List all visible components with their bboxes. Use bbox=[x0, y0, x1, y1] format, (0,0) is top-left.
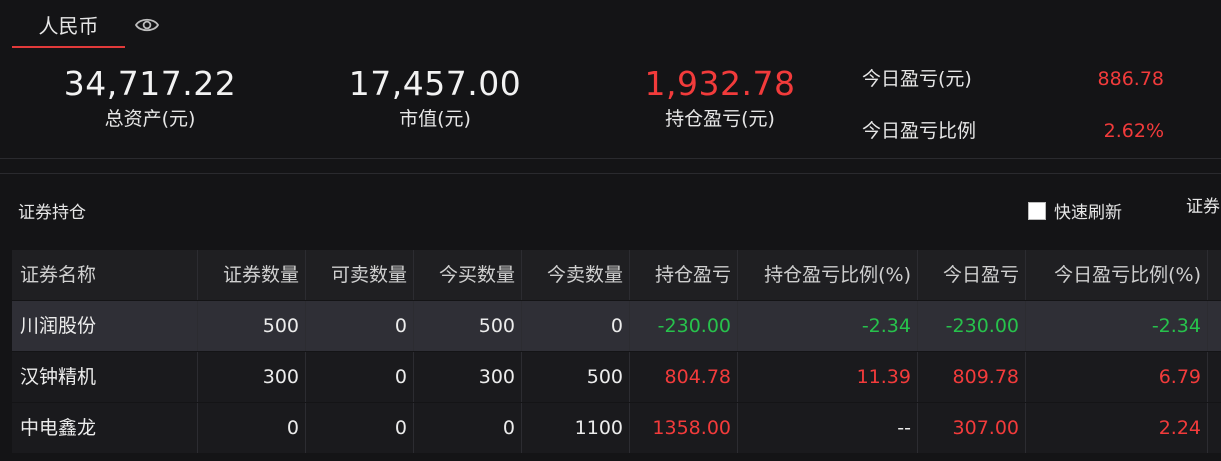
col-sell-today[interactable]: 今卖数量 bbox=[522, 250, 630, 300]
positions-title: 证券持仓 bbox=[18, 203, 86, 223]
col-buy-today[interactable]: 今买数量 bbox=[414, 250, 522, 300]
pnl-ratio: -- bbox=[738, 403, 918, 453]
tab-rmb[interactable]: 人民币 bbox=[12, 0, 125, 48]
today-pnl-label: 今日盈亏(元) bbox=[862, 68, 972, 90]
account-summary: 34,717.22 总资产(元) 17,457.00 市值(元) 1,932.7… bbox=[0, 48, 1221, 158]
today-pnl-ratio: 今日盈亏比例 2.62% bbox=[862, 116, 1182, 146]
position-pnl: 1,932.78 持仓盈亏(元) bbox=[620, 64, 820, 134]
stock-name: 中电鑫龙 bbox=[12, 403, 198, 453]
position-pnl-label: 持仓盈亏(元) bbox=[665, 108, 775, 130]
today-pnl: 今日盈亏(元) 886.78 bbox=[862, 64, 1182, 94]
today-pnl: -230.00 bbox=[918, 301, 1026, 351]
sellable: 0 bbox=[306, 403, 414, 453]
total-assets-value: 34,717.22 bbox=[63, 64, 237, 103]
pnl-ratio: 11.39 bbox=[738, 352, 918, 402]
sell-today: 0 bbox=[522, 301, 630, 351]
stock-name: 汉钟精机 bbox=[12, 352, 198, 402]
today-pnl-ratio-label: 今日盈亏比例 bbox=[862, 120, 977, 142]
quick-refresh-checkbox[interactable] bbox=[1028, 202, 1046, 220]
quick-refresh-label: 快速刷新 bbox=[1054, 203, 1122, 223]
stock-name: 川润股份 bbox=[12, 301, 198, 351]
overflow-cell bbox=[1208, 403, 1221, 453]
qty: 0 bbox=[198, 403, 306, 453]
sellable: 0 bbox=[306, 301, 414, 351]
col-overflow bbox=[1208, 250, 1221, 300]
sell-today: 1100 bbox=[522, 403, 630, 453]
quick-refresh-toggle[interactable]: 快速刷新 bbox=[1028, 200, 1122, 226]
col-sellable[interactable]: 可卖数量 bbox=[306, 250, 414, 300]
pnl: 1358.00 bbox=[630, 403, 738, 453]
currency-tabbar: 人民币 bbox=[0, 0, 1221, 48]
securities-tab-cut[interactable]: 证券 bbox=[1186, 194, 1220, 220]
col-name[interactable]: 证券名称 bbox=[12, 250, 198, 300]
today-ratio: 6.79 bbox=[1026, 352, 1208, 402]
total-assets-label: 总资产(元) bbox=[104, 108, 196, 130]
table-row[interactable]: 川润股份 500 0 500 0 -230.00 -2.34 -230.00 -… bbox=[12, 301, 1221, 351]
qty: 300 bbox=[198, 352, 306, 402]
market-value: 17,457.00 市值(元) bbox=[335, 64, 535, 134]
position-pnl-value: 1,932.78 bbox=[644, 64, 796, 103]
market-value-label: 市值(元) bbox=[399, 108, 471, 130]
buy-today: 0 bbox=[414, 403, 522, 453]
today-ratio: -2.34 bbox=[1026, 301, 1208, 351]
pnl: -230.00 bbox=[630, 301, 738, 351]
table-row[interactable]: 汉钟精机 300 0 300 500 804.78 11.39 809.78 6… bbox=[12, 352, 1221, 402]
overflow-cell bbox=[1208, 352, 1221, 402]
today-ratio: 2.24 bbox=[1026, 403, 1208, 453]
col-today-ratio[interactable]: 今日盈亏比例(%) bbox=[1026, 250, 1208, 300]
overflow-cell bbox=[1208, 301, 1221, 351]
pnl-ratio: -2.34 bbox=[738, 301, 918, 351]
market-value-value: 17,457.00 bbox=[348, 64, 522, 103]
divider bbox=[0, 158, 1221, 159]
pnl: 804.78 bbox=[630, 352, 738, 402]
buy-today: 500 bbox=[414, 301, 522, 351]
today-pnl-ratio-value: 2.62% bbox=[1103, 120, 1164, 142]
today-pnl-value: 886.78 bbox=[1097, 68, 1164, 90]
divider bbox=[0, 173, 1221, 174]
total-assets: 34,717.22 总资产(元) bbox=[50, 64, 250, 134]
table-row[interactable]: 中电鑫龙 0 0 0 1100 1358.00 -- 307.00 2.24 bbox=[12, 403, 1221, 453]
today-pnl: 809.78 bbox=[918, 352, 1026, 402]
sellable: 0 bbox=[306, 352, 414, 402]
table-header: 证券名称 证券数量 可卖数量 今买数量 今卖数量 持仓盈亏 持仓盈亏比例(%) … bbox=[12, 250, 1221, 300]
qty: 500 bbox=[198, 301, 306, 351]
col-qty[interactable]: 证券数量 bbox=[198, 250, 306, 300]
buy-today: 300 bbox=[414, 352, 522, 402]
eye-icon[interactable] bbox=[134, 14, 160, 36]
sell-today: 500 bbox=[522, 352, 630, 402]
col-pnl-ratio[interactable]: 持仓盈亏比例(%) bbox=[738, 250, 918, 300]
col-today-pnl[interactable]: 今日盈亏 bbox=[918, 250, 1026, 300]
today-pnl: 307.00 bbox=[918, 403, 1026, 453]
col-pnl[interactable]: 持仓盈亏 bbox=[630, 250, 738, 300]
